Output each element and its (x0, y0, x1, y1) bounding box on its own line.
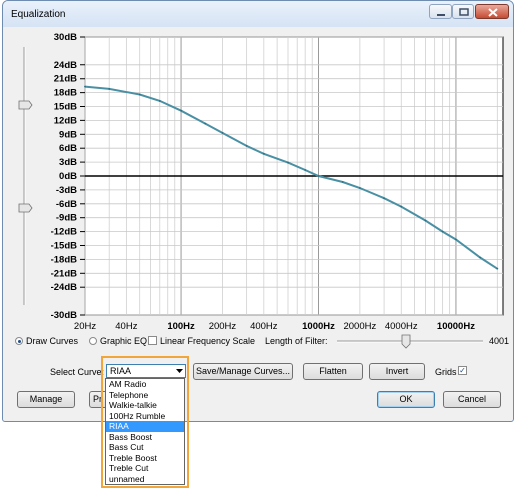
x-tick-label: 100Hz (167, 321, 195, 332)
eq-curve-point (158, 100, 161, 102)
y-tick-label: -15dB (51, 241, 78, 252)
x-tick-label: 40Hz (115, 321, 137, 332)
close-button[interactable] (475, 4, 509, 19)
eq-curve-point (441, 230, 444, 233)
min-gain-thumb[interactable] (18, 203, 33, 213)
manage-button[interactable]: Manage (17, 391, 75, 408)
eq-curve-point (424, 219, 427, 222)
curve-option[interactable]: AM Radio (106, 379, 184, 390)
curve-option[interactable]: Treble Cut (106, 463, 184, 474)
y-tick-label: 6dB (59, 143, 77, 154)
max-gain-thumb[interactable] (18, 100, 33, 110)
close-icon (488, 8, 498, 17)
grids-checkbox[interactable]: ✓ (458, 366, 467, 375)
minimize-icon (437, 14, 445, 16)
y-tick-label: -9dB (56, 213, 77, 224)
cancel-button[interactable]: Cancel (443, 391, 501, 408)
x-tick-label: 400Hz (250, 321, 278, 332)
curve-option[interactable]: Bass Cut (106, 442, 184, 453)
eq-curve-point (400, 205, 403, 208)
y-tick-label: 24dB (54, 60, 77, 71)
y-tick-label: -21dB (51, 268, 78, 279)
eq-curve-point (304, 169, 307, 171)
curve-options-list[interactable]: AM Radio Telephone Walkie-talkie 100Hz Rumb… (105, 378, 185, 485)
y-tick-label: 15dB (54, 102, 77, 113)
y-tick-label: 30dB (54, 33, 77, 43)
y-tick-label: -24dB (51, 282, 78, 293)
curve-option[interactable]: Telephone (106, 390, 184, 401)
gain-sliders (18, 47, 33, 305)
flatten-button[interactable]: Flatten (303, 363, 363, 380)
x-tick-label: 20Hz (74, 321, 96, 332)
ok-button[interactable]: OK (377, 391, 435, 408)
eq-curve-point (358, 187, 361, 189)
curve-option[interactable]: Treble Boost (106, 453, 184, 464)
y-tick-label: 12dB (54, 115, 77, 126)
filter-length-slider[interactable] (335, 333, 485, 349)
dialog-body: 30dB 24dB 21dB 18dB 15dB 12dB 9dB 6dB 3dB 0dB -3dB… (7, 27, 509, 419)
eq-curve-point (455, 238, 457, 241)
curve-option[interactable]: 100Hz Rumble (106, 411, 184, 422)
window-title: Equalization (11, 9, 66, 20)
eq-curve-point (245, 144, 248, 147)
invert-button[interactable]: Invert (369, 363, 425, 380)
curve-option[interactable]: unnamed (106, 474, 184, 485)
x-tick-label: 10000Hz (437, 321, 475, 332)
y-tick-label: 9dB (59, 129, 77, 140)
eq-curve-point (383, 197, 385, 200)
eq-curve-point (108, 87, 111, 90)
draw-curves-radio[interactable] (15, 337, 23, 345)
y-tick-label: -30dB (51, 310, 78, 321)
graphic-eq-label: Graphic EQ (100, 336, 148, 346)
eq-curve-point (221, 132, 224, 134)
y-tick-label: -6dB (56, 199, 77, 210)
eq-curve-graph[interactable]: 30dB 24dB 21dB 18dB 15dB 12dB 9dB 6dB 3dB 0dB -3dB… (37, 33, 507, 333)
x-tick-label: 2000Hz (343, 321, 376, 332)
x-tick-label: 1000Hz (302, 321, 335, 332)
save-manage-curves-button[interactable]: Save/Manage Curves... (193, 363, 293, 380)
eq-curve-point (341, 181, 344, 183)
eq-curve-point (204, 122, 207, 125)
curve-option[interactable]: Walkie-talkie (106, 400, 184, 411)
grids-label: Grids (435, 367, 457, 377)
linear-frequency-checkbox[interactable] (148, 336, 157, 345)
filter-length-value: 4001 (489, 336, 510, 346)
eq-curve-point (84, 85, 86, 88)
x-tick-label: 200Hz (209, 321, 237, 332)
filter-length-label: Length of Filter: (265, 336, 328, 346)
y-tick-label: 18dB (54, 88, 77, 99)
eq-curve-point (138, 93, 141, 96)
draw-curves-label: Draw Curves (26, 336, 79, 346)
maximize-icon (459, 8, 469, 16)
curve-option[interactable]: Bass Boost (106, 432, 184, 443)
eq-curve-point (496, 267, 499, 270)
maximize-button[interactable] (452, 4, 474, 19)
title-bar: Equalization (3, 1, 513, 27)
filter-length-thumb (401, 334, 411, 349)
equalization-dialog: Equalization 30dB 24dB 21dB 18dB 15dB 12dB 9dB… (2, 0, 514, 422)
y-tick-label: -3dB (56, 185, 77, 196)
graphic-eq-radio[interactable] (89, 337, 97, 345)
eq-curve-point (180, 109, 182, 112)
linear-frequency-label: Linear Frequency Scale (160, 336, 256, 346)
y-tick-label: 21dB (54, 74, 77, 85)
x-tick-label: 4000Hz (385, 321, 418, 332)
eq-curve-point (317, 175, 320, 177)
eq-curve-point (287, 161, 289, 164)
y-tick-label: -12dB (51, 227, 78, 238)
curve-option[interactable]: RIAA (106, 421, 184, 432)
y-tick-label: 3dB (59, 157, 77, 168)
y-tick-label: 0dB (59, 171, 77, 182)
y-tick-label: -18dB (51, 254, 78, 265)
eq-curve-point (262, 152, 265, 155)
eq-curve-point (479, 256, 482, 259)
minimize-button[interactable] (429, 4, 452, 19)
select-curve-label: Select Curve: (50, 367, 105, 377)
